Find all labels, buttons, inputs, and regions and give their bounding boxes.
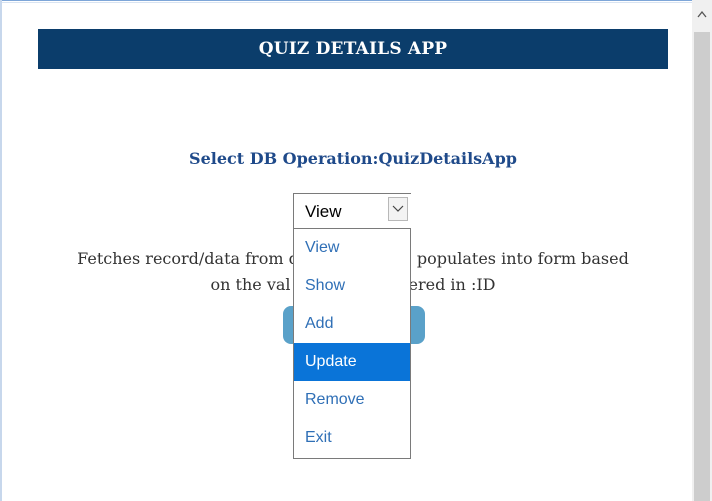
dropdown-option-add[interactable]: Add	[294, 305, 410, 343]
operation-select-label: Select DB Operation:QuizDetailsApp	[189, 149, 517, 168]
vertical-scrollbar[interactable]	[692, 0, 712, 501]
page-title: QUIZ DETAILS APP	[258, 39, 448, 59]
chevron-up-icon[interactable]	[692, 3, 712, 25]
dropdown-option-exit[interactable]: Exit	[294, 419, 410, 457]
operation-select-value: View	[305, 202, 342, 221]
top-border	[0, 0, 692, 3]
dropdown-option-show[interactable]: Show	[294, 267, 410, 305]
dropdown-option-update[interactable]: Update	[294, 343, 410, 381]
description-text-2a: on the val	[210, 275, 291, 294]
chevron-down-icon[interactable]	[388, 197, 408, 221]
dropdown-option-view[interactable]: View	[294, 229, 410, 267]
browser-viewport: QUIZ DETAILS APP Select DB Operation:Qui…	[0, 0, 712, 501]
chevron-down-icon-glyph	[392, 205, 404, 212]
dropdown-option-remove[interactable]: Remove	[294, 381, 410, 419]
operation-dropdown-list[interactable]: View Show Add Update Remove Exit	[293, 228, 411, 459]
description-text-1b: populates into form based	[416, 249, 629, 268]
description-text-2b: ered in :ID	[408, 275, 496, 294]
chevron-up-icon-glyph	[697, 10, 707, 17]
page-title-banner: QUIZ DETAILS APP	[38, 29, 668, 69]
description-text-1a: Fetches record/data from d	[77, 249, 299, 268]
scrollbar-thumb[interactable]	[694, 32, 710, 501]
left-border	[0, 0, 2, 501]
operation-select[interactable]: View	[293, 193, 411, 229]
